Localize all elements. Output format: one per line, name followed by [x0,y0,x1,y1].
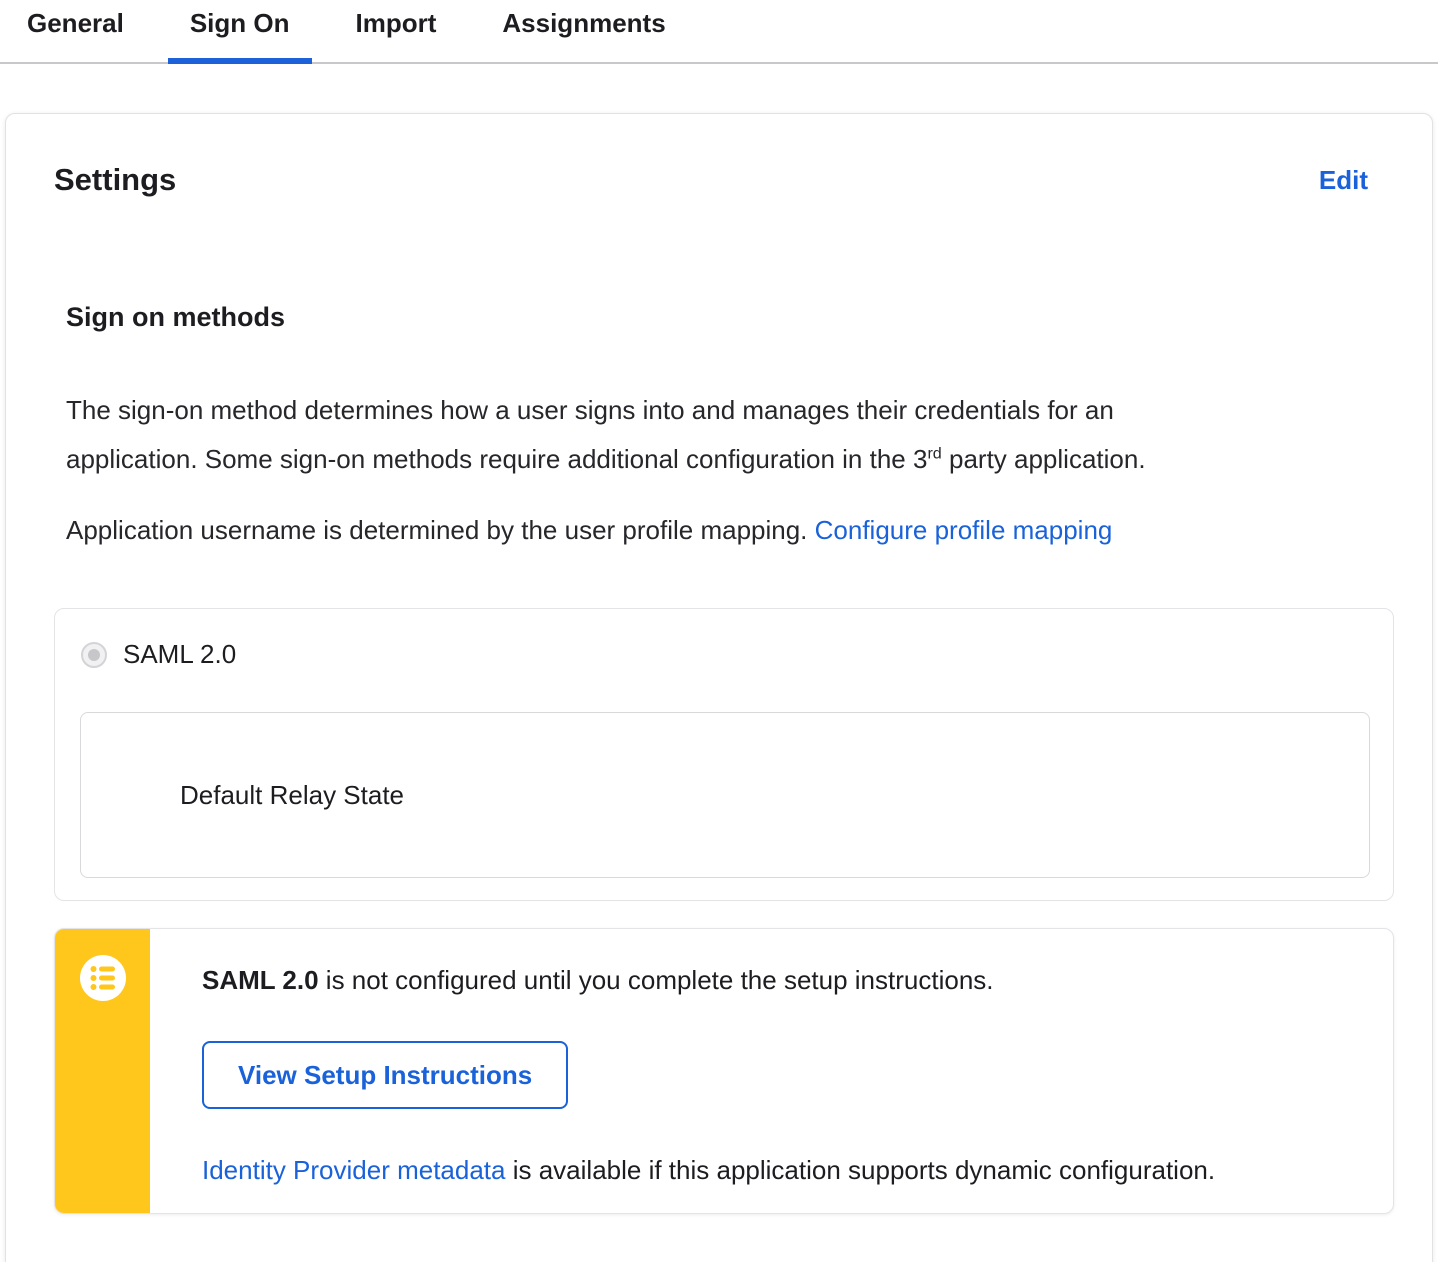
app-tab-bar: General Sign On Import Assignments [0,0,1438,64]
configure-profile-mapping-link[interactable]: Configure profile mapping [815,515,1113,545]
banner-accent-strip [55,929,150,1213]
description-line-2-tail: party application. [941,444,1146,474]
description-line-2-text: application. Some sign-on methods requir… [66,444,928,474]
settings-card: Settings Edit Sign on methods The sign-o… [5,113,1433,1262]
saml-radio-label: SAML 2.0 [123,639,237,669]
settings-card-header: Settings Edit [6,114,1432,200]
default-relay-state-fieldset: Default Relay State [80,712,1370,878]
tab-sign-on[interactable]: Sign On [167,0,312,64]
view-setup-instructions-button[interactable]: View Setup Instructions [202,1041,569,1109]
bulleted-list-icon [79,955,126,1001]
profile-mapping-note: Application username is determined by th… [66,506,1372,555]
banner-message-bold: SAML 2.0 [202,965,319,995]
saml-method-box: SAML 2.0 Default Relay State [54,608,1394,901]
edit-settings-link[interactable]: Edit [1319,165,1368,196]
identity-provider-metadata-link[interactable]: Identity Provider metadata [202,1155,506,1185]
tab-assignments[interactable]: Assignments [480,0,687,64]
default-relay-state-label: Default Relay State [180,779,405,810]
description-line-1: The sign-on method determines how a user… [66,395,1114,425]
idp-metadata-rest: is available if this application support… [505,1155,1216,1185]
banner-body: SAML 2.0 is not configured until you com… [150,929,1255,1213]
saml-radio-row: SAML 2.0 [81,639,1393,670]
page-title: Settings [54,162,177,197]
tab-general[interactable]: General [5,0,146,64]
saml-radio-button[interactable] [81,641,107,668]
description-line-2: application. Some sign-on methods requir… [66,435,1372,484]
idp-metadata-line: Identity Provider metadata is available … [202,1153,1215,1187]
ordinal-superscript: rd [927,444,942,463]
sign-on-methods-heading: Sign on methods [66,302,285,332]
tab-import[interactable]: Import [334,0,459,64]
banner-message-rest: is not configured until you complete the… [318,965,994,995]
profile-mapping-text: Application username is determined by th… [66,515,815,545]
saml-not-configured-banner: SAML 2.0 is not configured until you com… [54,928,1394,1214]
banner-message: SAML 2.0 is not configured until you com… [202,963,1215,997]
sign-on-methods-description: The sign-on method determines how a user… [66,386,1372,484]
